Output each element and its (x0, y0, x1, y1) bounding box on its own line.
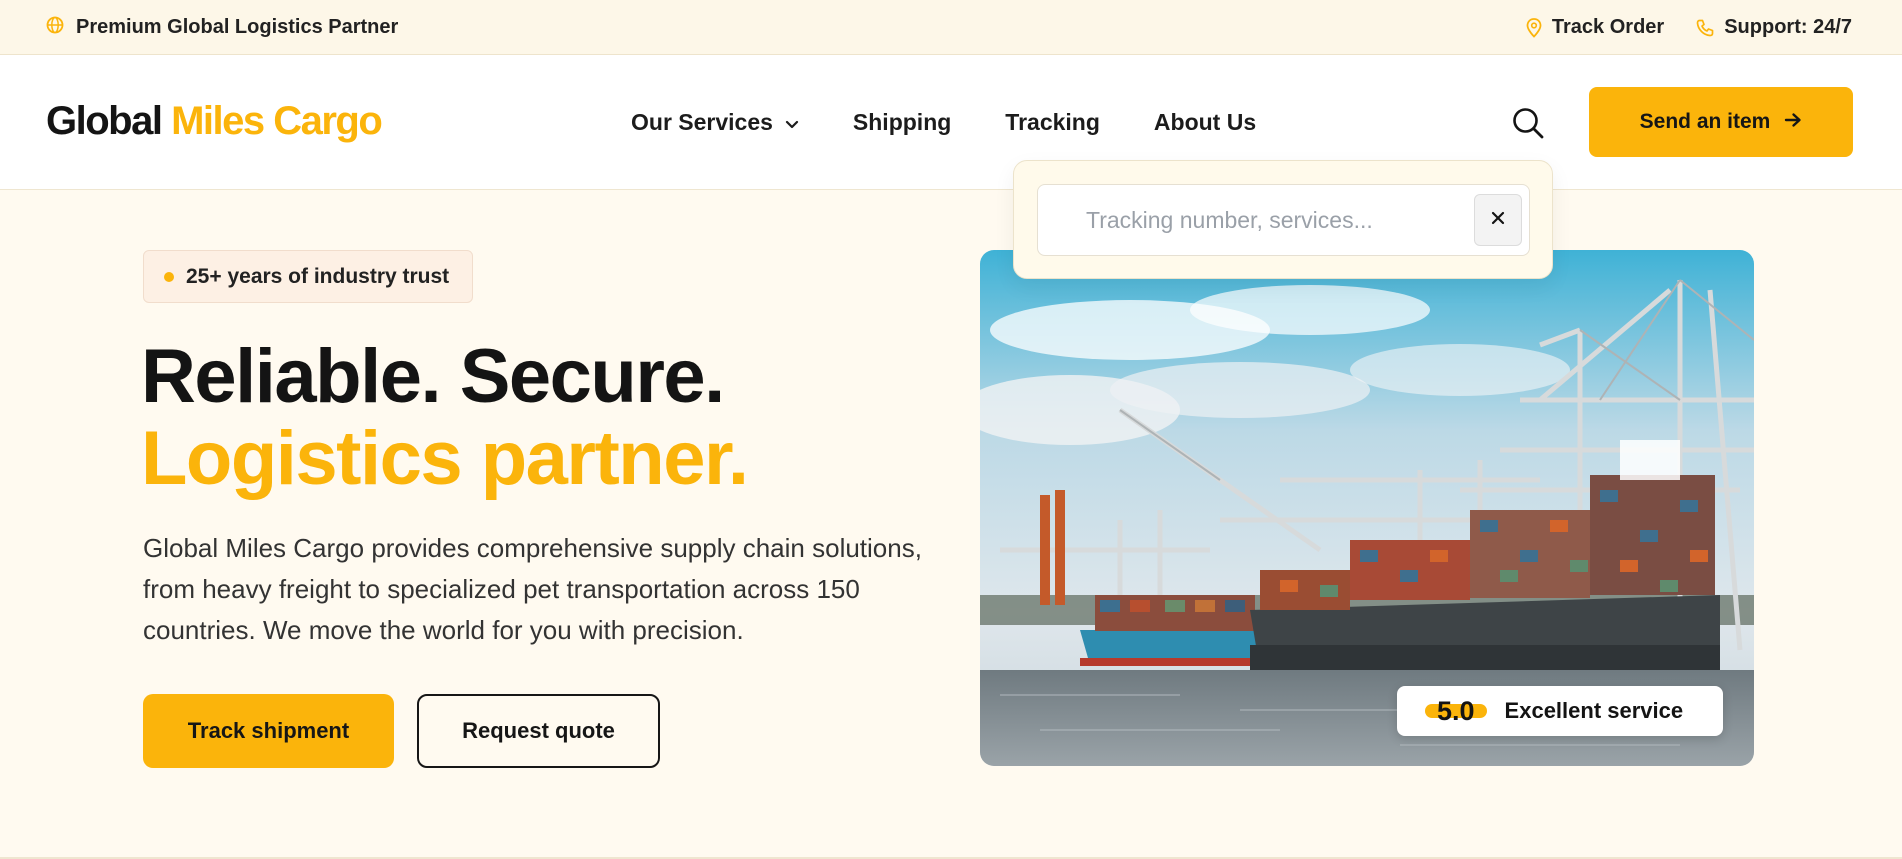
search-icon (1510, 108, 1546, 145)
location-pin-icon (1526, 17, 1542, 38)
hero-title-line1: Reliable. Secure. (141, 334, 725, 419)
request-quote-button[interactable]: Request quote (417, 694, 660, 768)
nav-about-us-label: About Us (1153, 109, 1257, 135)
top-bar: Premium Global Logistics Partner Track O… (0, 0, 1902, 55)
send-an-item-label: Send an item (1639, 110, 1771, 133)
nav-our-services[interactable]: Our Services (631, 109, 799, 136)
search-input[interactable] (1038, 185, 1458, 255)
hero-description: Global Miles Cargo provides comprehensiv… (143, 533, 922, 645)
nav-about-us[interactable]: About Us (1154, 109, 1256, 136)
search-button[interactable] (1510, 105, 1546, 141)
arrow-right-icon (1784, 110, 1802, 134)
request-quote-label: Request quote (462, 718, 615, 743)
topbar-tagline-group: Premium Global Logistics Partner (46, 0, 398, 55)
track-order-link[interactable]: Track Order (1526, 16, 1664, 39)
rating-card: 5.0 Excellent service (1397, 686, 1723, 736)
nav-shipping-label: Shipping (852, 109, 952, 135)
rating-label: Excellent service (1504, 698, 1684, 723)
rating-score: 5.0 (1425, 696, 1487, 727)
search-box (1037, 184, 1530, 256)
support-label: Support: 24/7 (1724, 16, 1852, 38)
search-dropdown (1013, 160, 1553, 279)
globe-icon (46, 16, 64, 40)
topbar-links: Track Order Support: 24/7 (1526, 0, 1852, 55)
track-shipment-button[interactable]: Track shipment (143, 694, 394, 768)
track-shipment-label: Track shipment (187, 718, 350, 743)
nav-tracking-label: Tracking (1005, 109, 1100, 135)
support-link[interactable]: Support: 24/7 (1696, 16, 1852, 39)
logo[interactable]: Global Miles Cargo (46, 99, 383, 143)
badge-dot (164, 271, 174, 282)
hero-title-line2: Logistics partner. (141, 416, 749, 501)
phone-icon (1696, 19, 1714, 37)
close-icon (1490, 210, 1506, 231)
trust-badge-label: 25+ years of industry trust (186, 264, 450, 288)
send-an-item-button[interactable]: Send an item (1589, 87, 1853, 157)
rating-score-value: 5.0 (1437, 695, 1475, 726)
search-close-button[interactable] (1474, 194, 1522, 246)
logo-text-global: Global (46, 99, 163, 143)
hero-title: Reliable. Secure. Logistics partner. (141, 334, 749, 501)
topbar-tagline: Premium Global Logistics Partner (76, 16, 399, 38)
logo-text-miles-cargo: Miles Cargo (171, 99, 383, 143)
trust-badge: 25+ years of industry trust (143, 250, 473, 303)
nav-tracking[interactable]: Tracking (1005, 109, 1100, 136)
chevron-down-icon (785, 109, 799, 136)
nav-our-services-label: Our Services (631, 109, 773, 135)
track-order-label: Track Order (1551, 16, 1665, 38)
site-header: Global Miles Cargo Our Services Shipping… (0, 55, 1902, 190)
nav-shipping[interactable]: Shipping (853, 109, 951, 136)
